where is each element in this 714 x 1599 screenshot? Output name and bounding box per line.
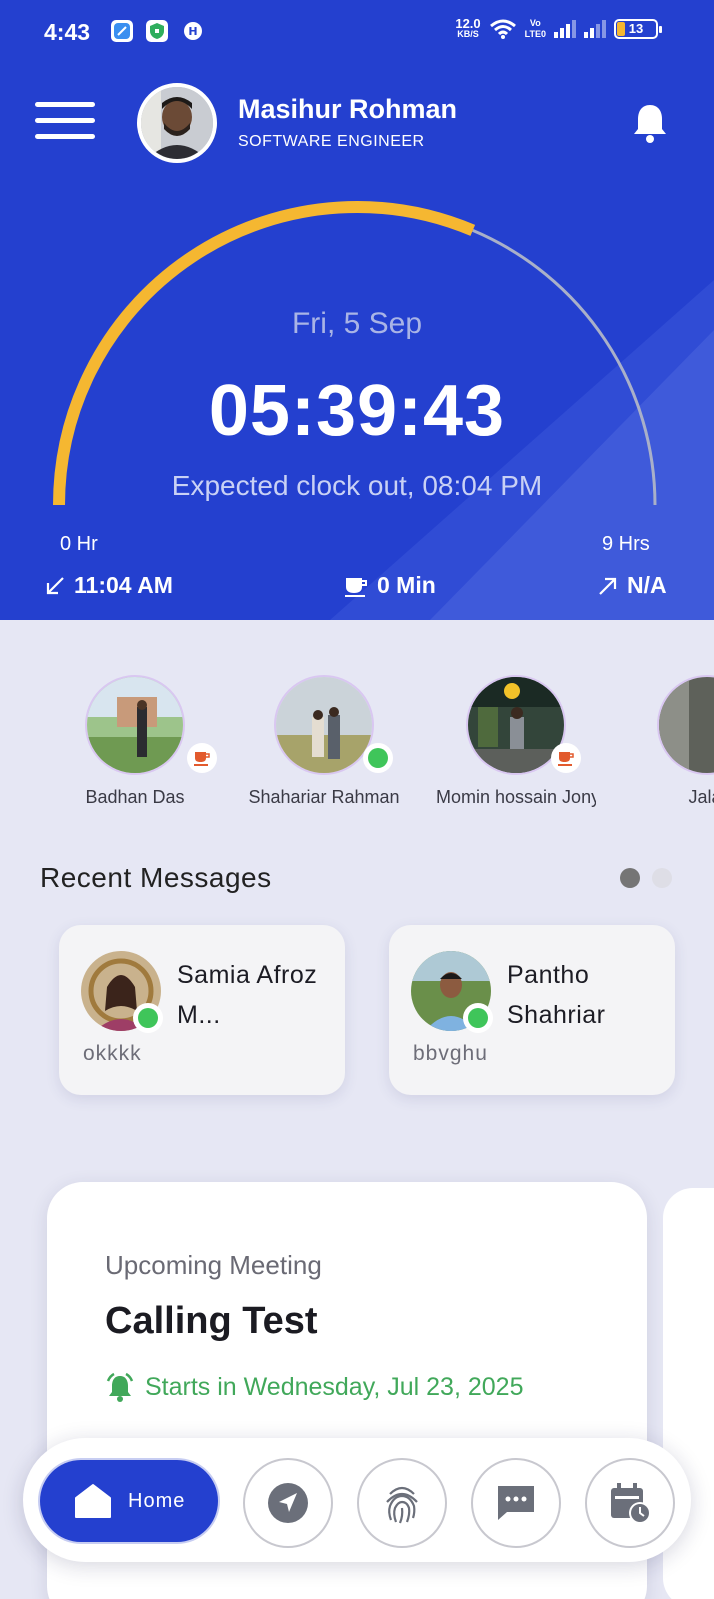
attendance-header: 4:43 H 12.0 KB/S Vo LTE0 13 Masihur Rohm… — [0, 0, 714, 620]
recent-messages-title: Recent Messages — [40, 862, 272, 893]
sender-name: Samia Afroz M... — [177, 961, 318, 1029]
on-break-badge — [187, 743, 217, 773]
coffee-cup-icon — [558, 752, 574, 766]
online-badge — [463, 1003, 493, 1033]
member-avatar — [85, 675, 185, 775]
team-member[interactable]: Shahariar Rahman — [229, 675, 419, 808]
alarm-bell-icon — [106, 1372, 134, 1402]
team-status-row: Badhan Das Shahariar Rahman Momin hossai… — [0, 675, 714, 825]
calendar-clock-icon — [611, 1483, 651, 1524]
on-break-badge — [551, 743, 581, 773]
nav-location-button[interactable] — [243, 1458, 333, 1548]
meeting-start: Starts in Wednesday, Jul 23, 2025 — [105, 1372, 523, 1402]
member-name: Badhan Das — [85, 787, 185, 807]
nav-home-label: Home — [128, 1489, 186, 1512]
nav-schedule-button[interactable] — [585, 1458, 675, 1548]
meeting-title: Calling Test — [105, 1300, 318, 1342]
arc-track — [472, 229, 657, 506]
coffee-cup-icon — [345, 577, 367, 597]
member-name: Momin hossain Jony — [436, 787, 596, 807]
message-card[interactable]: Pantho Shahriar bbvghu — [389, 925, 675, 1095]
team-member[interactable]: Jalal — [612, 675, 714, 808]
clock-out-time: N/A — [627, 572, 667, 598]
arc-max-label: 9 Hrs — [602, 533, 650, 555]
location-arrow-icon — [268, 1483, 308, 1523]
team-member[interactable]: Momin hossain Jony — [421, 675, 611, 808]
arc-progress — [53, 201, 476, 506]
nav-messages-button[interactable] — [471, 1458, 561, 1548]
clock-in-arrow-icon — [46, 576, 64, 594]
online-badge — [363, 743, 393, 773]
meeting-start-text: Starts in Wednesday, Jul 23, 2025 — [145, 1372, 524, 1401]
message-preview: okkkk — [83, 1042, 142, 1065]
break-duration: 0 Min — [377, 572, 436, 598]
break-stat: 0 Min — [343, 572, 436, 599]
clock-out-stat: N/A — [597, 572, 667, 599]
nav-attendance-button[interactable] — [357, 1458, 447, 1548]
expected-clock-out: Expected clock out, 08:04 PM — [171, 470, 543, 501]
elapsed-timer: 05:39:43 — [208, 371, 506, 451]
carousel-indicator — [620, 868, 672, 888]
team-member[interactable]: Badhan Das — [40, 675, 230, 808]
nav-home-button[interactable]: Home — [40, 1460, 218, 1542]
battery-level: 13 — [628, 21, 644, 36]
message-card[interactable]: Samia Afroz M... okkkk — [59, 925, 345, 1095]
coffee-cup-icon — [194, 752, 210, 766]
member-name: Shahariar Rahman — [248, 787, 400, 807]
member-avatar — [274, 675, 374, 775]
member-name: Jalal — [688, 787, 714, 807]
bottom-navigation: Home — [23, 1438, 691, 1562]
chat-icon — [498, 1486, 534, 1520]
message-preview: bbvghu — [413, 1042, 488, 1065]
clock-out-arrow-icon — [599, 577, 617, 595]
online-badge — [133, 1003, 163, 1033]
sender-name: Pantho Shahriar — [507, 961, 606, 1029]
clock-in-stat: 11:04 AM — [44, 572, 173, 599]
current-date: Fri, 5 Sep — [291, 307, 423, 340]
member-avatar — [657, 675, 714, 775]
carousel-dot-active[interactable] — [620, 868, 640, 888]
home-icon — [75, 1484, 111, 1518]
meeting-label: Upcoming Meeting — [105, 1250, 322, 1280]
carousel-dot[interactable] — [652, 868, 672, 888]
arc-min-label: 0 Hr — [60, 533, 98, 555]
fingerprint-icon — [386, 1486, 418, 1524]
clock-in-time: 11:04 AM — [74, 572, 173, 598]
